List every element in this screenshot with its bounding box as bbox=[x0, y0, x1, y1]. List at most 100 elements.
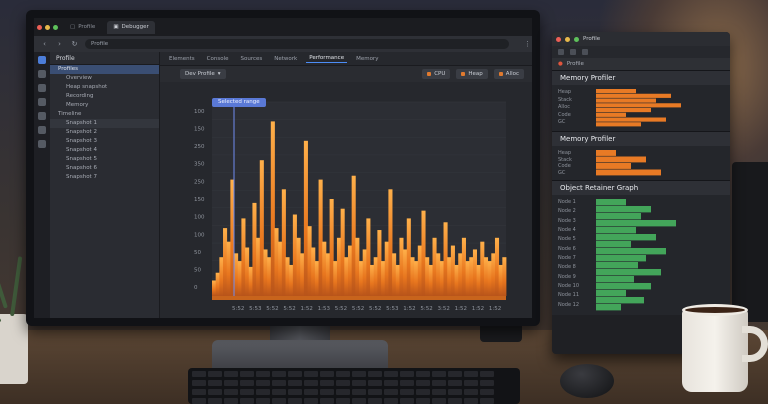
debug-icon[interactable] bbox=[38, 84, 46, 92]
settings-icon[interactable] bbox=[38, 112, 46, 120]
keyboard bbox=[188, 368, 520, 404]
chart-bar bbox=[392, 253, 397, 296]
sidebar-item[interactable]: Snapshot 1 bbox=[50, 119, 159, 128]
forward-icon[interactable]: › bbox=[55, 40, 64, 49]
keyboard-key bbox=[240, 380, 254, 386]
devtools-tab[interactable]: Performance bbox=[306, 54, 348, 63]
chart-bar bbox=[465, 261, 470, 296]
keyboard-key bbox=[240, 398, 254, 404]
section-bar bbox=[596, 283, 651, 290]
chevron-down-icon: ▾ bbox=[217, 71, 221, 77]
sidebar-item[interactable]: Recording bbox=[50, 92, 159, 101]
keyboard-key bbox=[384, 371, 398, 377]
keyboard-key bbox=[192, 389, 206, 395]
chart-svg: 100 150 250 350 250 150 100 100 50 50 0 5:52 5:53 5:5… bbox=[194, 100, 507, 312]
sidebar-title: Profile bbox=[50, 52, 159, 65]
chart-bar bbox=[274, 228, 279, 296]
main-screen: ▢ Profile ▣ Debugger ‹ › ↻ Profile ⋮ Pro… bbox=[34, 18, 532, 318]
sidebar-item[interactable]: Overview bbox=[50, 74, 159, 83]
search-icon[interactable] bbox=[38, 70, 46, 78]
devtools-tab[interactable]: Network bbox=[271, 55, 300, 63]
sidebar-item[interactable]: Profiles bbox=[50, 65, 159, 74]
devtools-tab[interactable]: Sources bbox=[237, 55, 265, 63]
sidebar-item[interactable]: Snapshot 2 bbox=[50, 128, 159, 137]
minimize-window-icon[interactable] bbox=[565, 36, 570, 42]
section-chart[interactable]: Heap Stack Alloc Code GC bbox=[552, 85, 730, 131]
sidebar-item[interactable]: Snapshot 4 bbox=[50, 146, 159, 155]
keyboard-key bbox=[336, 371, 350, 377]
chart-bar bbox=[502, 257, 507, 296]
maximize-window-icon[interactable] bbox=[574, 36, 579, 42]
back-icon[interactable]: ‹ bbox=[40, 40, 49, 49]
keyboard-key bbox=[384, 398, 398, 404]
chart-bar bbox=[406, 218, 411, 296]
keyboard-key bbox=[240, 371, 254, 377]
y-tick-label: 150 bbox=[194, 197, 205, 203]
section-chart[interactable]: Node 1 Node 2 Node 3 Node 4 Node 5 Node 6 Node… bbox=[552, 195, 730, 315]
keyboard-key bbox=[352, 380, 366, 386]
keyboard-row bbox=[192, 389, 516, 395]
chart-bar bbox=[469, 257, 474, 296]
address-bar[interactable]: Profile bbox=[85, 39, 509, 49]
x-tick-label: 5:52 bbox=[266, 306, 278, 312]
window-title: Profile bbox=[583, 36, 601, 42]
minimize-window-icon[interactable] bbox=[45, 24, 50, 30]
devtools-tab[interactable]: Memory bbox=[353, 55, 381, 63]
chart-bar bbox=[399, 237, 404, 296]
devtools-tab[interactable]: Elements bbox=[166, 55, 198, 63]
close-window-icon[interactable] bbox=[37, 24, 42, 30]
record-icon: ● bbox=[558, 61, 563, 67]
sidebar-item[interactable]: Timeline bbox=[50, 110, 159, 119]
sidebar-item[interactable]: Snapshot 5 bbox=[50, 155, 159, 164]
window-toolbar bbox=[552, 46, 730, 58]
forward-icon[interactable] bbox=[570, 49, 576, 55]
keyboard-key bbox=[256, 371, 270, 377]
profile-chip[interactable]: Dev Profile ▾ bbox=[180, 69, 226, 79]
keyboard-key bbox=[432, 398, 446, 404]
sidebar-item[interactable]: Memory bbox=[50, 101, 159, 110]
maximize-window-icon[interactable] bbox=[53, 24, 58, 30]
extensions-icon[interactable] bbox=[38, 98, 46, 106]
filter-chip[interactable]: Heap bbox=[456, 69, 488, 79]
chart-bar bbox=[373, 257, 378, 296]
cpu-flame-chart[interactable]: 100 150 250 350 250 150 100 100 50 50 0 5:52 5:53 5:5… bbox=[160, 82, 532, 318]
chart-bar bbox=[355, 237, 360, 296]
keyboard-key bbox=[464, 398, 478, 404]
browser-tab[interactable]: ▢ Profile bbox=[64, 21, 101, 34]
keyboard-key bbox=[384, 389, 398, 395]
browser-tab-active[interactable]: ▣ Debugger bbox=[107, 20, 155, 34]
back-icon[interactable] bbox=[558, 49, 564, 55]
chart-bar bbox=[237, 261, 242, 296]
chart-bar bbox=[388, 189, 393, 296]
files-icon[interactable] bbox=[38, 56, 46, 64]
swatch-icon bbox=[498, 72, 503, 76]
section-bar bbox=[596, 220, 676, 227]
sidebar-item[interactable]: Heap snapshot bbox=[50, 83, 159, 92]
section-bar bbox=[596, 103, 681, 108]
swatch-icon bbox=[427, 72, 432, 76]
profile-icon[interactable] bbox=[38, 126, 46, 134]
section-bar bbox=[596, 163, 631, 169]
keyboard-key bbox=[192, 371, 206, 377]
chart-bar bbox=[483, 257, 489, 296]
x-tick-label: 1:52 bbox=[403, 306, 415, 312]
section-chart[interactable]: Heap Stack Code GC bbox=[552, 146, 730, 180]
filter-chip[interactable]: Alloc bbox=[493, 69, 524, 79]
reload-icon[interactable] bbox=[582, 49, 588, 55]
chart-bar bbox=[417, 245, 422, 296]
menu-icon[interactable]: ⋮ bbox=[523, 40, 532, 49]
sidebar-item[interactable]: Snapshot 6 bbox=[50, 164, 159, 173]
close-window-icon[interactable] bbox=[556, 36, 561, 42]
x-tick-label: 1:52 bbox=[489, 306, 501, 312]
sidebar-item[interactable]: Snapshot 7 bbox=[50, 173, 159, 182]
filter-chip[interactable]: CPU bbox=[422, 69, 451, 79]
window-address-bar[interactable]: ● Profile bbox=[552, 58, 730, 70]
keyboard-key bbox=[336, 380, 350, 386]
section-bar bbox=[596, 206, 651, 213]
devtools-tab[interactable]: Console bbox=[204, 55, 232, 63]
terminal-icon[interactable] bbox=[38, 140, 46, 148]
x-tick-label: 1:52 bbox=[472, 306, 484, 312]
section-bar bbox=[596, 169, 661, 176]
reload-icon[interactable]: ↻ bbox=[70, 40, 79, 49]
sidebar-item[interactable]: Snapshot 3 bbox=[50, 137, 159, 146]
